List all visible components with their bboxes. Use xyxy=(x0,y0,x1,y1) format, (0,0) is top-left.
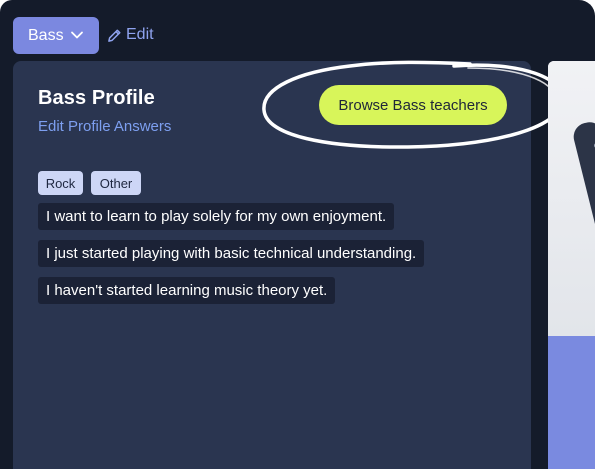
genre-tag-rock: Rock xyxy=(38,171,83,195)
edit-link[interactable]: Edit xyxy=(107,25,154,45)
edit-profile-answers-link[interactable]: Edit Profile Answers xyxy=(38,118,171,135)
profile-answer-theory: I haven't started learning music theory … xyxy=(38,277,336,304)
app-frame: Bass Edit Bass Profile Edit Profile Answ… xyxy=(0,0,595,469)
card-accent-block xyxy=(548,336,595,469)
profile-answer-goal: I want to learn to play solely for my ow… xyxy=(38,203,395,230)
chevron-down-icon xyxy=(71,31,83,39)
pencil-icon xyxy=(108,29,121,42)
instrument-dropdown-label: Bass xyxy=(28,26,64,44)
profile-answer-level: I just started playing with basic techni… xyxy=(38,240,425,267)
page-title: Bass Profile xyxy=(38,87,155,109)
browse-teachers-button[interactable]: Browse Bass teachers xyxy=(319,85,507,125)
teacher-preview-card[interactable] xyxy=(548,61,595,469)
genre-tag-other: Other xyxy=(91,171,141,195)
edit-link-label: Edit xyxy=(126,26,154,43)
browse-teachers-button-label: Browse Bass teachers xyxy=(338,96,488,114)
instrument-dropdown[interactable]: Bass xyxy=(13,17,99,54)
